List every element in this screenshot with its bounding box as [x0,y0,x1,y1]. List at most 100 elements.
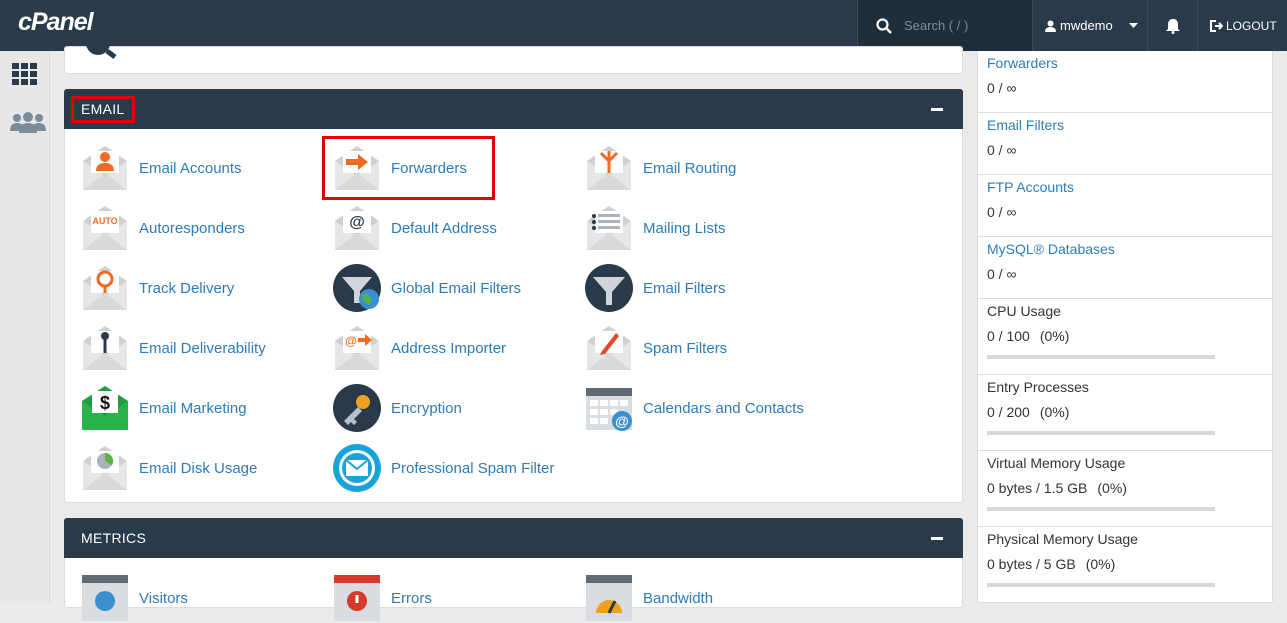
tool-email-filters[interactable]: Email Filters [584,263,726,313]
tool-visitors[interactable]: Visitors [80,573,188,623]
search-tool-icon [86,43,117,59]
tool-professional-spam-filter[interactable]: Professional Spam Filter [332,443,554,493]
svg-text:@: @ [345,334,357,348]
tool-label[interactable]: Autoresponders [139,220,245,237]
stat-label[interactable]: FTP Accounts [987,179,1074,195]
envelope-list-icon [587,206,631,250]
email-title-highlight [71,96,135,123]
stat-label: Entry Processes [987,379,1089,395]
tool-track-delivery[interactable]: Track Delivery [80,263,234,313]
usage-bar [987,583,1215,587]
tool-forwarders[interactable]: Forwarders [332,143,467,193]
envelope-user-icon [83,146,127,190]
stat-value: 0 / 200 (0%) [987,404,1069,420]
caret-down-icon [1128,23,1138,28]
tool-mailing-lists[interactable]: Mailing Lists [584,203,726,253]
tool-label[interactable]: Track Delivery [139,280,234,297]
email-section-header[interactable]: EMAIL [64,89,963,129]
stat-value: 0 bytes / 5 GB (0%) [987,556,1115,572]
tool-label[interactable]: Forwarders [391,160,467,177]
stat-percent: (0%) [1097,480,1127,496]
stat-value: 0 / ∞ [987,266,1016,282]
tool-label[interactable]: Calendars and Contacts [643,400,804,417]
search-icon [876,17,892,34]
usage-bar [987,507,1215,511]
stat-value: 0 bytes / 1.5 GB (0%) [987,480,1127,496]
tool-label[interactable]: Visitors [139,590,188,607]
stat-label: Physical Memory Usage [987,531,1138,547]
stat-mysql-databases: MySQL® Databases 0 / ∞ [978,237,1272,299]
shield-envelope-icon [333,444,381,492]
tool-label[interactable]: Mailing Lists [643,220,726,237]
metrics-section-header[interactable]: METRICS [64,518,963,558]
tool-email-marketing[interactable]: $ Email Marketing [80,383,247,433]
tool-global-email-filters[interactable]: Global Email Filters [332,263,521,313]
tool-label[interactable]: Errors [391,590,432,607]
tool-errors[interactable]: Errors [332,573,432,623]
top-bar: cPanel Search ( / ) mwdemo LOGOUT [0,0,1287,51]
stat-cpu-usage: CPU Usage 0 / 100 (0%) [978,299,1272,375]
envelope-key-icon [83,326,127,370]
envelope-routing-icon [587,146,631,190]
tool-email-disk-usage[interactable]: Email Disk Usage [80,443,257,493]
tool-autoresponders[interactable]: AUTO Autoresponders [80,203,245,253]
notifications-button[interactable] [1147,0,1197,51]
stat-value: 0 / 100 (0%) [987,328,1069,344]
stat-ftp-accounts: FTP Accounts 0 / ∞ [978,175,1272,237]
collapse-icon[interactable] [931,108,943,111]
visitors-icon [82,575,128,621]
envelope-pie-icon [83,446,127,490]
envelope-pin-icon [83,266,127,310]
stat-label[interactable]: Forwarders [987,55,1058,71]
users-icon[interactable] [10,111,46,143]
tool-label[interactable]: Address Importer [391,340,506,357]
tool-label[interactable]: Encryption [391,400,462,417]
stat-value-text: 0 / 100 [987,328,1030,344]
svg-text:@: @ [349,214,365,231]
tool-label[interactable]: Bandwidth [643,590,713,607]
stat-value-text: 0 bytes / 1.5 GB [987,480,1088,496]
tool-label[interactable]: Global Email Filters [391,280,521,297]
tool-email-deliverability[interactable]: Email Deliverability [80,323,266,373]
tool-default-address[interactable]: @ Default Address [332,203,497,253]
search-box[interactable]: Search ( / ) [857,0,1032,51]
tool-label[interactable]: Email Filters [643,280,726,297]
stat-percent: (0%) [1039,328,1070,344]
tool-calendars-and-contacts[interactable]: @ Calendars and Contacts [584,383,804,433]
tool-email-routing[interactable]: Email Routing [584,143,736,193]
usage-bar [987,431,1215,435]
envelope-pen-icon [587,326,631,370]
errors-icon [334,575,380,621]
tool-label[interactable]: Email Marketing [139,400,247,417]
stat-value-text: 0 bytes / 5 GB [987,556,1076,572]
user-menu[interactable]: mwdemo [1032,0,1147,51]
tool-label[interactable]: Spam Filters [643,340,727,357]
key-icon [333,384,381,432]
cpanel-logo[interactable]: cPanel [18,8,94,37]
collapse-icon[interactable] [931,537,943,540]
search-input[interactable]: Search ( / ) [904,18,968,33]
usage-bar [987,355,1215,359]
tools-grid-icon[interactable] [10,61,42,93]
stat-value-text: 0 / ∞ [987,80,1017,96]
tool-encryption[interactable]: Encryption [332,383,462,433]
tool-label[interactable]: Professional Spam Filter [391,460,554,477]
tool-label[interactable]: Email Disk Usage [139,460,257,477]
stat-percent: (0%) [1085,556,1116,572]
tool-label[interactable]: Email Routing [643,160,736,177]
tool-email-accounts[interactable]: Email Accounts [80,143,242,193]
tool-spam-filters[interactable]: Spam Filters [584,323,727,373]
tool-address-importer[interactable]: @ Address Importer [332,323,506,373]
stat-value-text: 0 / ∞ [987,266,1017,282]
stat-label[interactable]: MySQL® Databases [987,241,1115,257]
tool-label[interactable]: Default Address [391,220,497,237]
logout-label: LOGOUT [1226,18,1277,33]
tool-label[interactable]: Email Accounts [139,160,242,177]
stat-value-text: 0 / ∞ [987,204,1017,220]
stat-label[interactable]: Email Filters [987,117,1064,133]
stat-value-text: 0 / ∞ [987,142,1017,158]
tool-bandwidth[interactable]: Bandwidth [584,573,713,623]
tool-label[interactable]: Email Deliverability [139,340,266,357]
logout-button[interactable]: LOGOUT [1197,0,1287,51]
envelope-at-icon: @ [335,206,379,250]
